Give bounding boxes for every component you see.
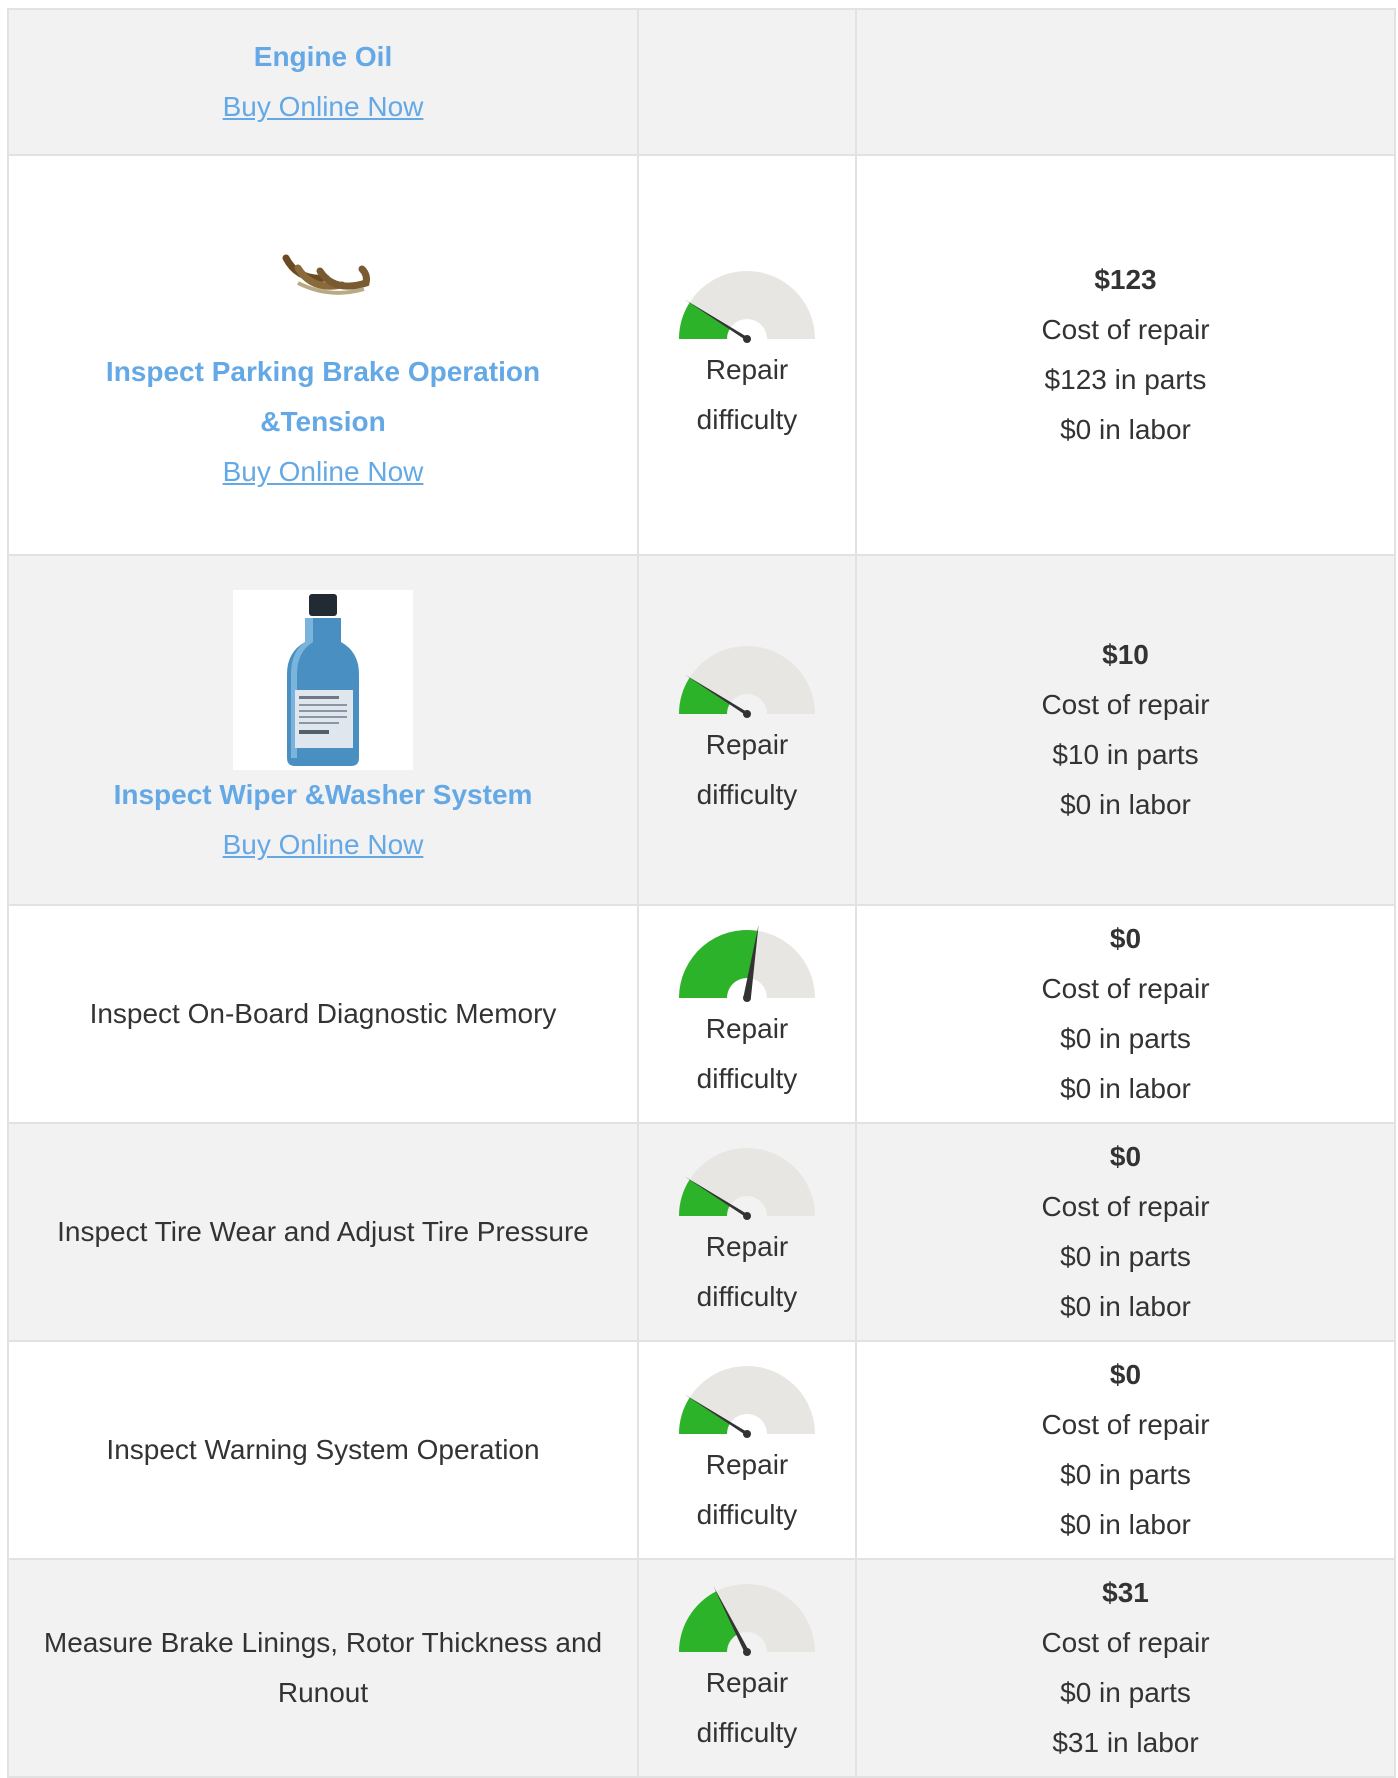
service-cell: Inspect Tire Wear and Adjust Tire Pressu… (7, 1122, 639, 1342)
difficulty-label: Repair (705, 729, 789, 760)
buy-online-link[interactable]: Buy Online Now (9, 447, 637, 497)
service-link[interactable]: Engine Oil (9, 32, 637, 82)
cost-cell: $123 Cost of repair $123 in parts $0 in … (855, 154, 1396, 556)
service-cell: Measure Brake Linings, Rotor Thickness a… (7, 1558, 639, 1778)
gauge-needle-hub (743, 710, 751, 718)
difficulty-gauge (679, 1148, 815, 1220)
parts-cost: $0 in parts (1060, 1677, 1191, 1708)
service-cell: Engine Oil Buy Online Now (7, 8, 639, 156)
difficulty-cell: Repair difficulty (637, 554, 857, 906)
parts-cost: $0 in parts (1060, 1023, 1191, 1054)
difficulty-gauge (679, 1366, 815, 1438)
table-row: Measure Brake Linings, Rotor Thickness a… (7, 1558, 1396, 1778)
cost-cell: $0 Cost of repair $0 in parts $0 in labo… (855, 1340, 1396, 1560)
difficulty-cell: Repair difficulty (637, 154, 857, 556)
repair-price: $31 (1102, 1577, 1149, 1608)
cost-cell: $31 Cost of repair $0 in parts $31 in la… (855, 1558, 1396, 1778)
buy-online-link[interactable]: Buy Online Now (9, 820, 637, 870)
buy-online-link[interactable]: Buy Online Now (9, 82, 637, 132)
cost-cell (855, 8, 1396, 156)
cost-label: Cost of repair (1041, 689, 1210, 720)
service-name: Measure Brake Linings, Rotor Thickness a… (43, 1627, 603, 1708)
difficulty-label: difficulty (696, 779, 798, 810)
service-cell: Inspect Parking Brake Operation &Tension… (7, 154, 639, 556)
gauge-needle-hub (743, 335, 751, 343)
service-cell: Inspect On-Board Diagnostic Memory (7, 904, 639, 1124)
table-row: Inspect Wiper &Washer System Buy Online … (7, 554, 1396, 906)
service-cell: Inspect Warning System Operation (7, 1340, 639, 1560)
washer-fluid-bottle-icon[interactable] (233, 590, 413, 770)
brake-shoes-icon[interactable] (268, 213, 378, 323)
labor-cost: $0 in labor (1060, 414, 1191, 445)
cost-label: Cost of repair (1041, 1409, 1210, 1440)
gauge-needle-hub (743, 1212, 751, 1220)
table-row: Inspect Parking Brake Operation &Tension… (7, 154, 1396, 556)
parts-cost: $123 in parts (1044, 364, 1207, 395)
difficulty-gauge (679, 1584, 815, 1656)
repair-price: $10 (1102, 639, 1149, 670)
repair-price: $0 (1109, 1359, 1142, 1390)
service-name: Inspect On-Board Diagnostic Memory (89, 998, 557, 1029)
difficulty-cell: Repair difficulty (637, 1122, 857, 1342)
repair-price: $0 (1109, 1141, 1142, 1172)
difficulty-cell: Repair difficulty (637, 904, 857, 1124)
parts-cost: $10 in parts (1052, 739, 1199, 770)
table-row: Engine Oil Buy Online Now (7, 8, 1396, 156)
difficulty-label: Repair (705, 1449, 789, 1480)
service-link[interactable]: Inspect Parking Brake Operation &Tension (9, 347, 637, 447)
gauge-needle-hub (743, 1648, 751, 1656)
table-row: Inspect Warning System Operation Repair … (7, 1340, 1396, 1560)
difficulty-label: Repair (705, 1231, 789, 1262)
difficulty-label: Repair (705, 1013, 789, 1044)
service-link[interactable]: Inspect Wiper &Washer System (9, 770, 637, 820)
difficulty-label: difficulty (696, 1281, 798, 1312)
labor-cost: $0 in labor (1060, 1291, 1191, 1322)
difficulty-gauge (679, 924, 815, 1002)
cost-label: Cost of repair (1041, 1627, 1210, 1658)
service-name: Inspect Tire Wear and Adjust Tire Pressu… (57, 1216, 589, 1247)
difficulty-cell: Repair difficulty (637, 1558, 857, 1778)
parts-cost: $0 in parts (1060, 1459, 1191, 1490)
cost-label: Cost of repair (1041, 1191, 1210, 1222)
cost-label: Cost of repair (1041, 314, 1210, 345)
difficulty-gauge (679, 271, 815, 343)
cost-cell: $0 Cost of repair $0 in parts $0 in labo… (855, 1122, 1396, 1342)
repair-price: $123 (1094, 264, 1157, 295)
cost-cell: $0 Cost of repair $0 in parts $0 in labo… (855, 904, 1396, 1124)
difficulty-label: difficulty (696, 1717, 798, 1748)
service-cell: Inspect Wiper &Washer System Buy Online … (7, 554, 639, 906)
cost-label: Cost of repair (1041, 973, 1210, 1004)
difficulty-label: difficulty (696, 404, 798, 435)
service-name: Inspect Warning System Operation (106, 1434, 540, 1465)
difficulty-label: difficulty (696, 1499, 798, 1530)
labor-cost: $0 in labor (1060, 789, 1191, 820)
difficulty-label: difficulty (696, 1063, 798, 1094)
maintenance-table: Engine Oil Buy Online Now Inspect Parkin… (7, 8, 1396, 1778)
gauge-needle-hub (743, 1430, 751, 1438)
table-row: Inspect On-Board Diagnostic Memory Repai… (7, 904, 1396, 1124)
cost-cell: $10 Cost of repair $10 in parts $0 in la… (855, 554, 1396, 906)
difficulty-gauge (679, 646, 815, 718)
difficulty-label: Repair (705, 1667, 789, 1698)
parts-cost: $0 in parts (1060, 1241, 1191, 1272)
difficulty-cell: Repair difficulty (637, 1340, 857, 1560)
repair-price: $0 (1109, 923, 1142, 954)
labor-cost: $0 in labor (1060, 1073, 1191, 1104)
gauge-needle-hub (743, 994, 751, 1002)
labor-cost: $31 in labor (1052, 1727, 1199, 1758)
labor-cost: $0 in labor (1060, 1509, 1191, 1540)
difficulty-label: Repair (705, 354, 789, 385)
table-row: Inspect Tire Wear and Adjust Tire Pressu… (7, 1122, 1396, 1342)
difficulty-cell (637, 8, 857, 156)
